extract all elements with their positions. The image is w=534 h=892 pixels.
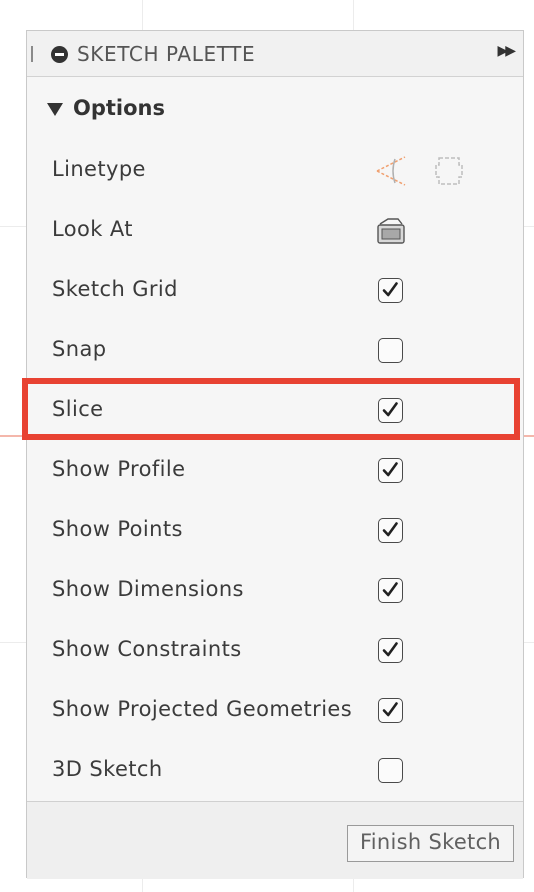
checkmark-icon [382, 642, 398, 657]
option-row-snap: Snap [27, 321, 523, 381]
palette-header[interactable]: SKETCH PALETTE ▶▶ [27, 31, 523, 77]
option-row-show-points: Show Points [27, 501, 523, 561]
drag-grip-icon[interactable] [31, 46, 33, 62]
show-constraints-checkbox[interactable] [378, 638, 403, 663]
option-label: 3D Sketch [52, 757, 163, 781]
option-label: Sketch Grid [52, 277, 178, 301]
option-label: Show Dimensions [52, 577, 244, 601]
option-label: Look At [52, 217, 133, 241]
look-at-icon[interactable] [376, 215, 406, 247]
snap-checkbox[interactable] [378, 338, 403, 363]
show-dimensions-checkbox[interactable] [378, 578, 403, 603]
option-label: Snap [52, 337, 107, 361]
palette-footer: Finish Sketch [27, 801, 523, 879]
option-row-3d-sketch: 3D Sketch [27, 741, 523, 801]
sketch-grid-checkbox[interactable] [378, 278, 403, 303]
palette-title: SKETCH PALETTE [77, 42, 256, 66]
sketch-palette: SKETCH PALETTE ▶▶ Options Linetype Look … [26, 30, 524, 879]
option-label: Show Points [52, 517, 183, 541]
checkmark-icon [382, 702, 398, 717]
option-label: Show Profile [52, 457, 186, 481]
show-profile-checkbox[interactable] [378, 458, 403, 483]
show-projected-geometries-checkbox[interactable] [378, 698, 403, 723]
option-row-linetype: Linetype [27, 141, 523, 201]
option-label: Show Projected Geometries [52, 697, 353, 721]
construction-line-icon[interactable] [373, 153, 409, 189]
3d-sketch-checkbox[interactable] [378, 758, 403, 783]
highlight-box [22, 378, 520, 440]
option-row-show-profile: Show Profile [27, 441, 523, 501]
show-points-checkbox[interactable] [378, 518, 403, 543]
option-label: Show Constraints [52, 637, 242, 661]
expand-arrows-icon[interactable]: ▶▶ [497, 43, 515, 59]
checkmark-icon [382, 522, 398, 537]
options-section-header[interactable]: Options [27, 93, 523, 129]
finish-sketch-button[interactable]: Finish Sketch [347, 825, 514, 862]
checkmark-icon [382, 462, 398, 477]
option-row-show-constraints: Show Constraints [27, 621, 523, 681]
option-row-sketch-grid: Sketch Grid [27, 261, 523, 321]
option-row-show-dimensions: Show Dimensions [27, 561, 523, 621]
option-row-show-projected-geometries: Show Projected Geometries [27, 681, 523, 741]
option-row-look-at: Look At [27, 201, 523, 261]
checkmark-icon [382, 282, 398, 297]
disclosure-triangle-icon[interactable] [47, 103, 63, 116]
option-label: Linetype [52, 157, 146, 181]
centerline-icon[interactable] [431, 153, 467, 189]
options-title: Options [73, 96, 165, 120]
minimize-icon[interactable] [51, 46, 68, 63]
checkmark-icon [382, 582, 398, 597]
